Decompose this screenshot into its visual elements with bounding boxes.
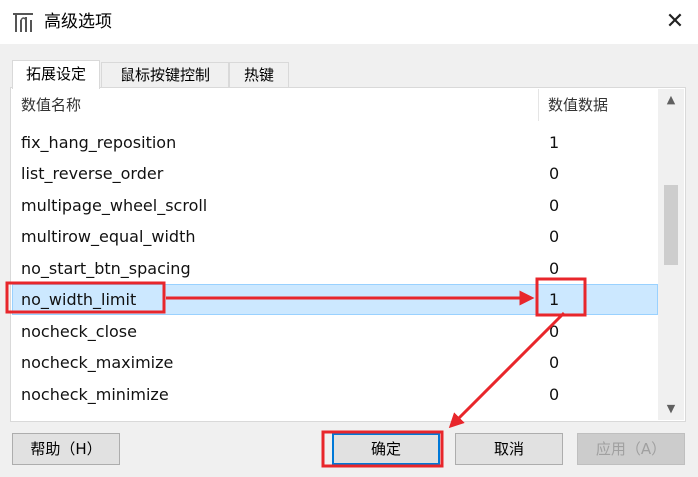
tab-hotkeys[interactable]: 热键 — [229, 62, 289, 87]
settings-panel: 数值名称 数值数据 fix_hang_reposition 1 list_rev… — [10, 87, 686, 422]
window-title: 高级选项 — [44, 12, 112, 32]
column-header-name[interactable]: 数值名称 — [21, 89, 82, 121]
close-icon: ✕ — [665, 9, 685, 34]
scroll-up-icon[interactable]: ▲ — [658, 89, 684, 111]
row-name: nocheck_close — [21, 322, 137, 341]
row-name: list_reverse_order — [21, 164, 164, 183]
column-header-value[interactable]: 数值数据 — [548, 89, 609, 121]
table-row[interactable]: list_reverse_order 0 — [12, 158, 658, 189]
row-name: nocheck_maximize — [21, 353, 174, 372]
ok-button[interactable]: 确定 — [332, 433, 440, 465]
table-row[interactable]: multirow_equal_width 0 — [12, 221, 658, 252]
row-name: fix_hang_reposition — [21, 133, 177, 152]
row-name: multirow_equal_width — [21, 227, 196, 246]
scroll-down-icon[interactable]: ▼ — [658, 398, 684, 420]
table-row[interactable]: nocheck_close 0 — [12, 316, 658, 347]
row-name: no_width_limit — [21, 290, 137, 309]
header-divider[interactable] — [538, 89, 539, 121]
row-value: 1 — [549, 290, 560, 309]
row-value: 0 — [549, 322, 560, 341]
tab-extension-settings[interactable]: 拓展设定 — [12, 60, 100, 89]
row-value: 0 — [549, 164, 560, 183]
table-row[interactable]: nocheck_minimize 0 — [12, 379, 658, 410]
app-logo-icon — [13, 13, 33, 32]
table-row-selected[interactable]: no_width_limit 1 — [12, 284, 658, 315]
tab-mouse-button-control[interactable]: 鼠标按键控制 — [101, 62, 229, 87]
row-name: nocheck_minimize — [21, 385, 169, 404]
row-value: 0 — [549, 385, 560, 404]
table-row[interactable]: multipage_wheel_scroll 0 — [12, 190, 658, 221]
table-row[interactable]: no_start_btn_spacing 0 — [12, 253, 658, 284]
row-value: 1 — [549, 133, 560, 152]
row-value: 0 — [549, 227, 560, 246]
row-name: multipage_wheel_scroll — [21, 196, 208, 215]
close-button[interactable]: ✕ — [652, 0, 698, 44]
table-row[interactable]: fix_hang_reposition 1 — [12, 127, 658, 158]
vertical-scrollbar[interactable]: ▲ ▼ — [658, 89, 684, 420]
row-value: 0 — [549, 353, 560, 372]
row-name: no_start_btn_spacing — [21, 259, 191, 278]
settings-list[interactable]: 数值名称 数值数据 fix_hang_reposition 1 list_rev… — [12, 89, 658, 420]
scroll-thumb[interactable] — [664, 185, 678, 265]
cancel-button[interactable]: 取消 — [455, 433, 563, 465]
table-row[interactable]: nocheck_maximize 0 — [12, 347, 658, 378]
help-button[interactable]: 帮助（H） — [12, 433, 120, 465]
row-value: 0 — [549, 259, 560, 278]
table-row-partial[interactable] — [12, 410, 658, 420]
row-value: 0 — [549, 196, 560, 215]
title-bar: 高级选项 ✕ — [0, 0, 698, 44]
apply-button[interactable]: 应用（A） — [577, 433, 685, 465]
